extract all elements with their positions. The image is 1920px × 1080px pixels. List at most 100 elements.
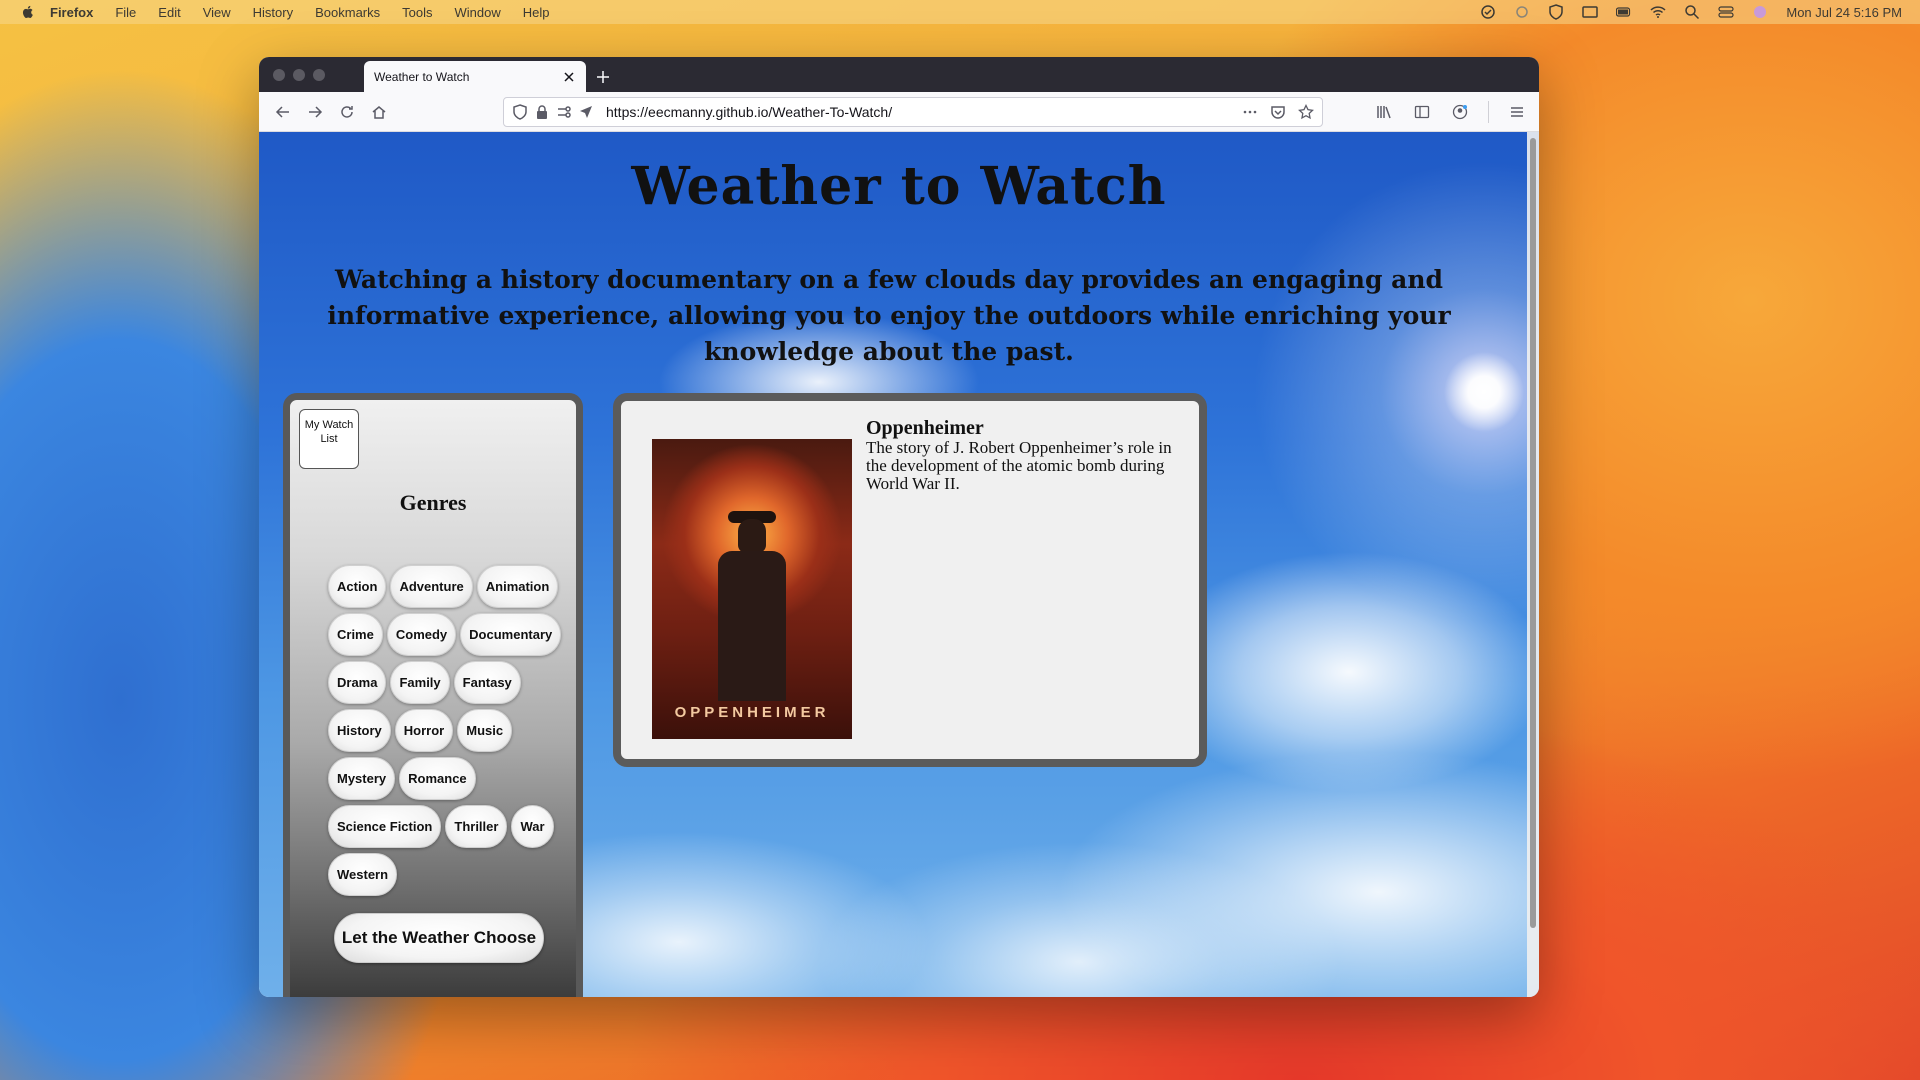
status-check-icon[interactable] [1480,4,1496,20]
movie-card: OPPENHEIMER Oppenheimer The story of J. … [613,393,1207,767]
tracking-protection-shield-icon[interactable] [512,103,528,120]
url-path: /Weather-To-Watch/ [768,103,893,120]
close-window-button[interactable] [273,69,285,81]
genre-button-crime[interactable]: Crime [328,613,383,656]
url-bar[interactable]: https://eecmanny.github.io/Weather-To-Wa… [503,96,1323,127]
menu-edit[interactable]: Edit [158,5,180,20]
sidebar-icon [1414,105,1430,118]
genre-button-drama[interactable]: Drama [328,661,387,704]
apple-icon[interactable] [20,4,36,20]
page-scrollbar[interactable] [1527,132,1539,997]
battery-icon[interactable] [1616,4,1632,20]
movie-title: Oppenheimer [866,417,984,439]
poster-title-text: OPPENHEIMER [674,704,830,721]
back-arrow-icon [275,105,289,118]
toolbar-separator [1488,100,1489,123]
genre-button-history[interactable]: History [328,709,391,752]
menu-window[interactable]: Window [455,5,501,20]
home-icon [372,105,386,119]
genre-button-fantasy[interactable]: Fantasy [453,661,521,704]
poster-figure-head [738,519,766,553]
genres-panel: My Watch List Genres Action Adventure An… [283,393,583,997]
menu-bookmarks[interactable]: Bookmarks [315,5,380,20]
hamburger-menu-icon [1511,106,1523,117]
my-watch-list-button[interactable]: My Watch List [299,409,359,469]
genre-button-comedy[interactable]: Comedy [386,613,457,656]
url-actions [1242,103,1314,120]
genre-list: Action Adventure Animation Crime Comedy … [328,565,568,896]
macos-menubar: Firefox File Edit View History Bookmarks… [0,0,1920,24]
toolbar-right [1370,96,1531,128]
browser-window: Weather to Watch https://eecmanny.github… [259,57,1539,997]
reload-icon [341,105,353,118]
library-icon [1377,105,1391,118]
menu-tools[interactable]: Tools [402,5,432,20]
status-area: Mon Jul 24 5:16 PM [1480,4,1902,20]
titlebar: Weather to Watch [259,57,1539,92]
genre-button-family[interactable]: Family [390,661,450,704]
spotlight-search-icon[interactable] [1684,4,1700,20]
lock-icon[interactable] [534,104,550,120]
tab-close-icon[interactable] [562,70,576,84]
back-button[interactable] [267,96,299,128]
creative-cloud-icon[interactable] [1514,4,1530,20]
plus-icon [597,70,609,83]
url-host: eecmanny.github.io [648,103,769,120]
browser-tab[interactable]: Weather to Watch [364,61,586,92]
genre-button-war[interactable]: War [511,805,554,848]
scrollbar-thumb[interactable] [1530,138,1536,928]
genre-button-music[interactable]: Music [457,709,513,752]
account-button[interactable] [1446,96,1474,128]
sidebar-button[interactable] [1408,96,1436,128]
menu-button[interactable] [1503,96,1531,128]
weather-recommendation: Watching a history documentary on a few … [327,265,1451,366]
genre-button-science-fiction[interactable]: Science Fiction [328,805,442,848]
genre-button-adventure[interactable]: Adventure [390,565,473,608]
navigation-toolbar: https://eecmanny.github.io/Weather-To-Wa… [259,92,1539,132]
genre-button-romance[interactable]: Romance [399,757,476,800]
more-actions-icon[interactable] [1242,104,1258,120]
bookmark-star-icon[interactable] [1298,103,1314,120]
forward-button[interactable] [299,96,331,128]
forward-arrow-icon [309,105,323,118]
menu-app-firefox[interactable]: Firefox [50,5,93,20]
let-weather-choose-button[interactable]: Let the Weather Choose [334,913,544,963]
permissions-icon[interactable] [556,104,572,120]
library-button[interactable] [1370,96,1398,128]
genre-button-horror[interactable]: Horror [394,709,454,752]
tab-title: Weather to Watch [374,69,470,84]
genre-button-documentary[interactable]: Documentary [460,613,562,656]
genre-button-thriller[interactable]: Thriller [445,805,508,848]
window-controls [273,69,325,81]
siri-icon[interactable] [1752,4,1768,20]
url-text: https://eecmanny.github.io/Weather-To-Wa… [606,104,1242,120]
location-arrow-icon[interactable] [578,104,594,120]
home-button[interactable] [363,96,395,128]
menu-help[interactable]: Help [523,5,550,20]
pocket-icon[interactable] [1270,104,1286,120]
shield-icon[interactable] [1548,4,1564,20]
menu-file[interactable]: File [115,5,136,20]
menu-view[interactable]: View [203,5,231,20]
menu-history[interactable]: History [253,5,293,20]
genres-heading: Genres [399,490,467,515]
minimize-window-button[interactable] [293,69,305,81]
movie-poster[interactable]: OPPENHEIMER [652,439,852,739]
movie-description: The story of J. Robert Oppenheimer’s rol… [866,438,1172,493]
genre-button-western[interactable]: Western [328,853,398,896]
url-prefix: https:// [606,103,649,120]
poster-figure-body [718,551,786,701]
page-title: Weather to Watch [631,156,1167,217]
wifi-icon[interactable] [1650,4,1666,20]
control-center-icon[interactable] [1718,4,1734,20]
page-viewport: Weather to Watch Watching a history docu… [259,132,1539,997]
menubar-clock[interactable]: Mon Jul 24 5:16 PM [1786,5,1902,20]
account-icon [1452,104,1468,119]
new-tab-button[interactable] [586,61,620,92]
zoom-window-button[interactable] [313,69,325,81]
reload-button[interactable] [331,96,363,128]
genre-button-mystery[interactable]: Mystery [328,757,396,800]
genre-button-animation[interactable]: Animation [476,565,559,608]
display-icon[interactable] [1582,4,1599,20]
genre-button-action[interactable]: Action [328,565,387,608]
